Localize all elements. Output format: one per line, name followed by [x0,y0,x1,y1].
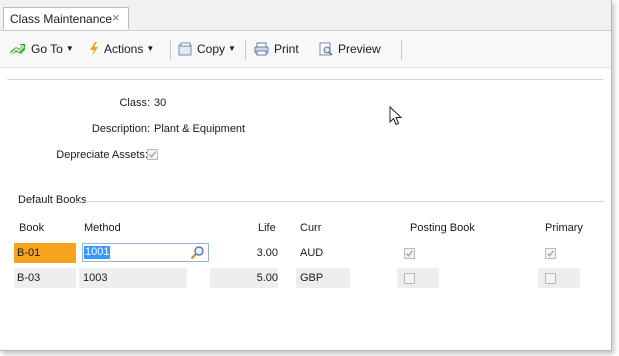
book-cell[interactable]: B-01 [14,243,76,263]
actions-button[interactable]: Actions ▼ [89,42,154,60]
checkmark-icon [547,250,555,257]
print-label: Print [274,42,299,56]
column-header-primary: Primary [545,222,583,234]
posting-book-checkbox[interactable] [404,248,415,259]
posting-book-checkbox[interactable] [404,273,415,284]
life-cell[interactable]: 5.00 [210,268,278,288]
checkmark-icon [406,250,414,257]
search-icon[interactable] [190,245,205,263]
depreciate-assets-checkbox[interactable] [147,149,158,160]
goto-label: Go To [31,42,63,56]
tab-label: Class Maintenance [10,12,113,26]
primary-checkbox[interactable] [545,273,556,284]
description-value[interactable]: Plant & Equipment [154,123,245,135]
chevron-down-icon: ▼ [228,44,236,53]
curr-cell[interactable]: GBP [296,268,350,288]
column-header-curr: Curr [300,222,322,234]
book-cell[interactable]: B-03 [14,268,76,288]
class-label: Class: [119,97,150,109]
method-value: 1001 [84,246,111,259]
print-button[interactable]: Print [254,42,299,60]
curr-cell[interactable]: AUD [296,243,350,263]
method-input[interactable]: 1001 [82,243,209,262]
goto-button[interactable]: Go To ▼ [10,42,74,60]
preview-button[interactable]: Preview [319,42,381,60]
column-header-life: Life [258,222,276,234]
arrow-icon [10,44,26,59]
tab-strip: Class Maintenance × [0,0,611,31]
divider [7,79,603,80]
tab-class-maintenance[interactable]: Class Maintenance × [3,7,129,29]
preview-icon [319,42,333,59]
primary-checkbox[interactable] [545,248,556,259]
printer-icon [254,42,269,59]
close-icon[interactable]: × [112,10,120,25]
column-header-book: Book [19,222,45,234]
life-cell[interactable]: 3.00 [244,243,278,263]
class-value[interactable]: 30 [154,97,166,109]
chevron-down-icon: ▼ [65,44,74,53]
default-books-title: Default Books [18,194,87,206]
copy-button[interactable]: Copy ▼ [178,42,236,60]
checkmark-icon [149,151,157,158]
lightning-icon [89,42,99,59]
preview-label: Preview [338,42,381,56]
chevron-down-icon: ▼ [146,44,155,53]
description-label: Description: [91,123,150,135]
depreciate-assets-label: Depreciate Assets: [56,149,148,161]
toolbar-separator [245,40,246,60]
class-maintenance-window: Class Maintenance × Go To ▼ Actions ▼ Copy… [0,0,612,351]
column-header-method: Method [84,222,121,234]
actions-label: Actions [104,42,144,56]
method-cell[interactable]: 1003 [79,268,187,288]
divider [76,201,605,202]
copy-icon [178,42,192,59]
toolbar-separator [401,40,402,60]
mouse-pointer-icon [389,105,403,129]
copy-label: Copy [197,42,226,56]
column-header-posting-book: Posting Book [410,222,475,234]
toolbar-separator [170,40,171,60]
toolbar: Go To ▼ Actions ▼ Copy ▼ Print Preview [0,31,611,68]
